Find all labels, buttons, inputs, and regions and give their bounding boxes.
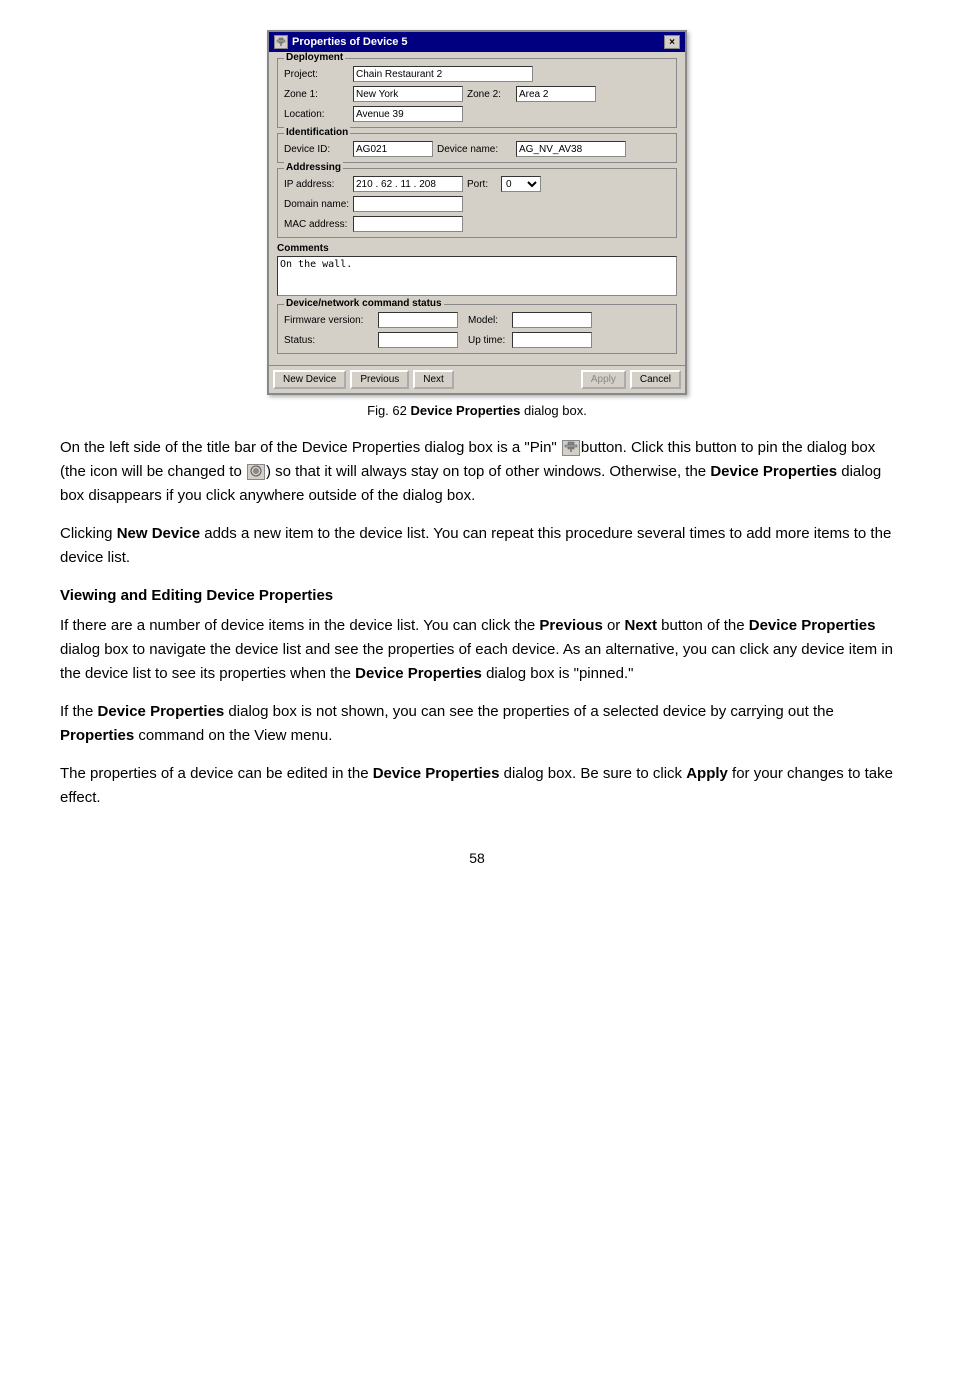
- para1-start: On the left side of the title bar of the…: [60, 439, 561, 456]
- model-label: Model:: [468, 315, 508, 326]
- project-row: Project:: [284, 66, 670, 82]
- deployment-section: Deployment Project: Zone 1: Zone 2: Loca…: [277, 58, 677, 128]
- zone2-input[interactable]: [516, 86, 596, 102]
- main-text: On the left side of the title bar of the…: [60, 436, 894, 810]
- paragraph-1: On the left side of the title bar of the…: [60, 436, 894, 508]
- mac-label: MAC address:: [284, 219, 349, 230]
- device-network-section: Device/network command status Firmware v…: [277, 304, 677, 354]
- new-device-button[interactable]: New Device: [273, 370, 346, 389]
- zone2-label: Zone 2:: [467, 89, 512, 100]
- firmware-label: Firmware version:: [284, 315, 374, 326]
- device-id-row: Device ID: Device name:: [284, 141, 670, 157]
- domain-input[interactable]: [353, 196, 463, 212]
- cancel-button[interactable]: Cancel: [630, 370, 681, 389]
- zone1-label: Zone 1:: [284, 89, 349, 100]
- zone-row: Zone 1: Zone 2:: [284, 86, 670, 102]
- port-label: Port:: [467, 179, 497, 190]
- pin-icon: [562, 440, 580, 456]
- comments-label: Comments: [277, 243, 677, 254]
- para5-bold: Device Properties: [373, 765, 500, 782]
- section-heading-viewing: Viewing and Editing Device Properties: [60, 584, 894, 608]
- dialog-titlebar: Properties of Device 5 ×: [269, 32, 685, 52]
- dialog-wrapper: Properties of Device 5 × Deployment Proj…: [60, 30, 894, 418]
- comments-section: Comments On the wall.: [277, 243, 677, 299]
- para3-mid2: button of the: [657, 617, 749, 634]
- apply-button[interactable]: Apply: [581, 370, 626, 389]
- para3-bold1: Previous: [539, 617, 602, 634]
- para3-bold3: Device Properties: [749, 617, 876, 634]
- para4-end: command on the View menu.: [134, 727, 332, 744]
- paragraph-4: If the Device Properties dialog box is n…: [60, 700, 894, 748]
- identification-section-title: Identification: [284, 127, 350, 138]
- device-name-label: Device name:: [437, 144, 512, 155]
- paragraph-5: The properties of a device can be edited…: [60, 762, 894, 810]
- close-button[interactable]: ×: [664, 35, 680, 49]
- uptime-input[interactable]: [512, 332, 592, 348]
- device-properties-dialog: Properties of Device 5 × Deployment Proj…: [267, 30, 687, 395]
- pinned-icon: [247, 464, 265, 480]
- location-input[interactable]: [353, 106, 463, 122]
- project-input[interactable]: [353, 66, 533, 82]
- deployment-section-title: Deployment: [284, 52, 345, 63]
- para4-mid: dialog box is not shown, you can see the…: [224, 703, 834, 720]
- zone1-input[interactable]: [353, 86, 463, 102]
- para1-bold1: Device Properties: [710, 463, 837, 480]
- device-id-label: Device ID:: [284, 144, 349, 155]
- identification-section: Identification Device ID: Device name:: [277, 133, 677, 163]
- para3-start: If there are a number of device items in…: [60, 617, 539, 634]
- para3-mid1: or: [603, 617, 625, 634]
- mac-row: MAC address:: [284, 216, 670, 232]
- firmware-row: Firmware version: Model:: [284, 312, 670, 328]
- firmware-input[interactable]: [378, 312, 458, 328]
- pin-button[interactable]: [274, 35, 288, 49]
- uptime-label: Up time:: [468, 335, 508, 346]
- page-number: 58: [60, 850, 894, 866]
- figure-caption-start: Fig. 62: [367, 403, 407, 418]
- status-input[interactable]: [378, 332, 458, 348]
- comments-textarea[interactable]: On the wall.: [277, 256, 677, 296]
- location-label: Location:: [284, 109, 349, 120]
- para3-end: dialog box is "pinned.": [482, 665, 634, 682]
- ip-label: IP address:: [284, 179, 349, 190]
- ip-row: IP address: Port: 0: [284, 176, 670, 192]
- para4-start: If the: [60, 703, 98, 720]
- para5-start: The properties of a device can be edited…: [60, 765, 373, 782]
- dialog-buttons: New Device Previous Next Apply Cancel: [269, 365, 685, 393]
- project-label: Project:: [284, 69, 349, 80]
- paragraph-2: Clicking New Device adds a new item to t…: [60, 522, 894, 570]
- para5-bold2: Apply: [686, 765, 728, 782]
- figure-caption: Fig. 62 Device Properties dialog box.: [367, 403, 587, 418]
- addressing-section-title: Addressing: [284, 162, 343, 173]
- figure-caption-rest: dialog box.: [524, 403, 587, 418]
- titlebar-left: Properties of Device 5: [274, 35, 408, 49]
- domain-row: Domain name:: [284, 196, 670, 212]
- ip-input[interactable]: [353, 176, 463, 192]
- location-row: Location:: [284, 106, 670, 122]
- device-id-input[interactable]: [353, 141, 433, 157]
- para5-end: dialog box. Be sure to click: [499, 765, 686, 782]
- next-button[interactable]: Next: [413, 370, 454, 389]
- mac-input[interactable]: [353, 216, 463, 232]
- para3-bold4: Device Properties: [355, 665, 482, 682]
- dialog-content: Deployment Project: Zone 1: Zone 2: Loca…: [269, 52, 685, 365]
- para2-bold: New Device: [117, 525, 200, 542]
- domain-label: Domain name:: [284, 199, 349, 210]
- para1-end: ) so that it will always stay on top of …: [266, 463, 710, 480]
- addressing-section: Addressing IP address: Port: 0 Domain na…: [277, 168, 677, 238]
- para4-bold1: Device Properties: [98, 703, 225, 720]
- status-row: Status: Up time:: [284, 332, 670, 348]
- figure-caption-bold: Device Properties: [411, 403, 521, 418]
- para4-bold2: Properties: [60, 727, 134, 744]
- dialog-title: Properties of Device 5: [292, 36, 408, 48]
- status-label: Status:: [284, 335, 374, 346]
- para3-bold2: Next: [624, 617, 657, 634]
- para2-start: Clicking: [60, 525, 117, 542]
- device-network-title: Device/network command status: [284, 298, 444, 309]
- port-select[interactable]: 0: [501, 176, 541, 192]
- model-input[interactable]: [512, 312, 592, 328]
- paragraph-3: If there are a number of device items in…: [60, 614, 894, 686]
- device-name-input[interactable]: [516, 141, 626, 157]
- previous-button[interactable]: Previous: [350, 370, 409, 389]
